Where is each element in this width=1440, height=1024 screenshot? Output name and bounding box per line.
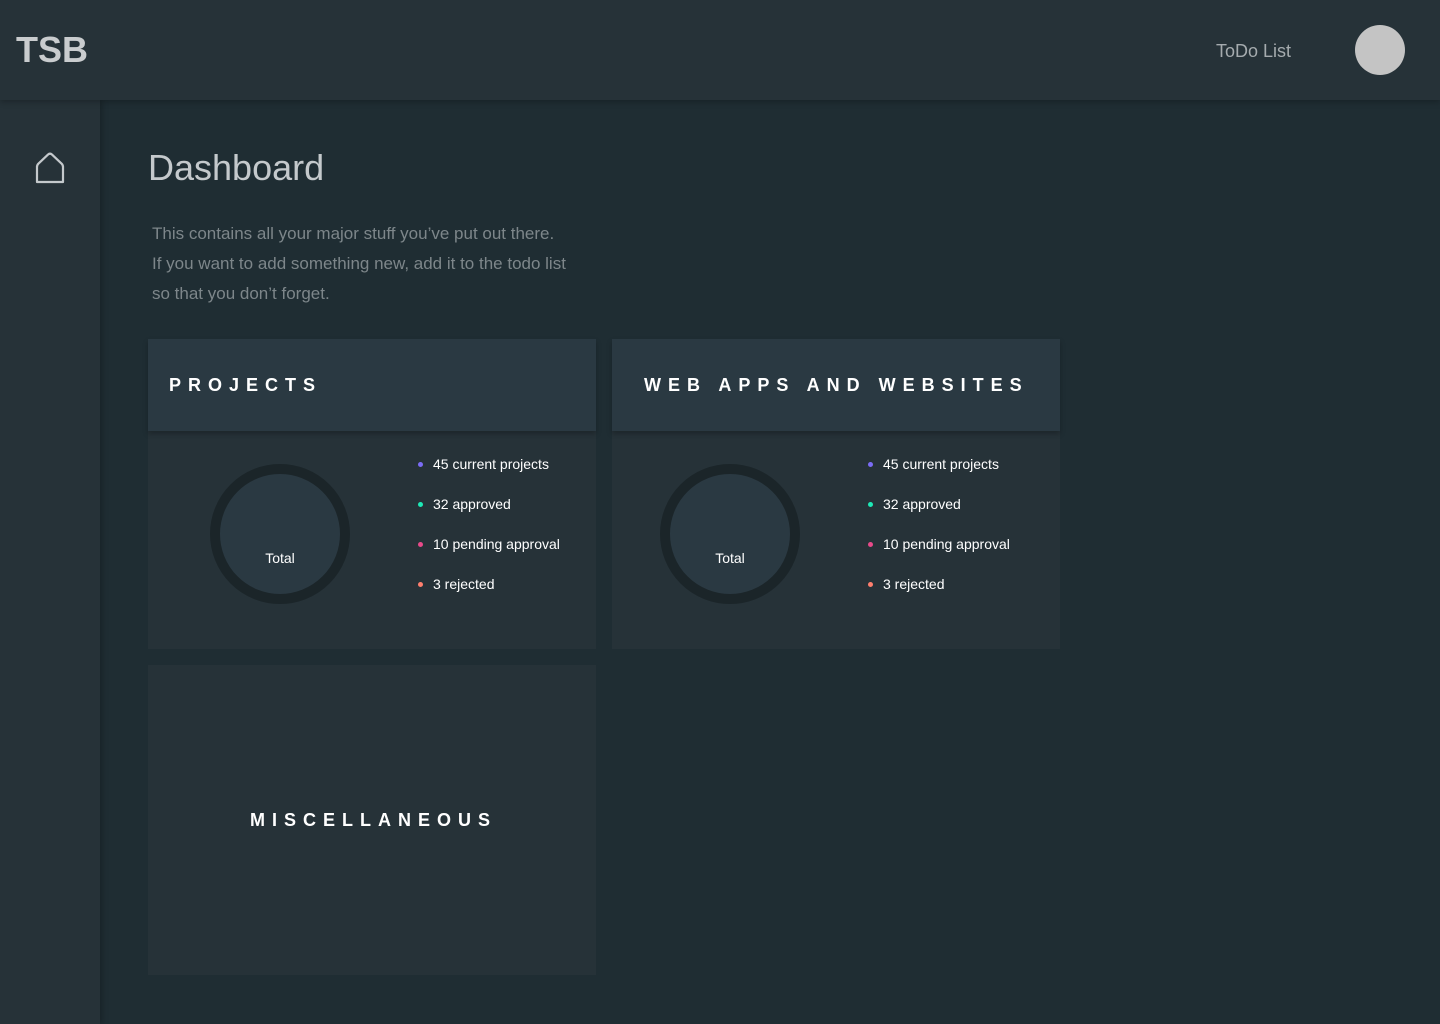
legend-dot	[868, 542, 873, 547]
legend-dot	[418, 502, 423, 507]
legend-dot	[868, 582, 873, 587]
web-apps-donut-chart	[660, 464, 800, 604]
legend-dot	[418, 582, 423, 587]
legend-item-current: 45 current projects	[433, 456, 549, 472]
app-logo[interactable]: TSB	[16, 29, 88, 71]
description-line: If you want to add something new, add it…	[152, 254, 566, 273]
avatar[interactable]	[1355, 25, 1405, 75]
legend-item-approved: 32 approved	[433, 496, 511, 512]
legend-dot	[868, 462, 873, 467]
legend-dot	[418, 462, 423, 467]
legend-item-pending: 10 pending approval	[433, 536, 560, 552]
projects-donut-label: Total	[265, 550, 295, 566]
legend-dot	[418, 542, 423, 547]
sidebar	[0, 100, 100, 1024]
web-apps-card-title: WEB APPS AND WEBSITES	[644, 375, 1029, 395]
legend-item-rejected: 3 rejected	[433, 576, 495, 592]
projects-card-title: PROJECTS	[169, 375, 323, 395]
page-description: This contains all your major stuff you’v…	[152, 219, 622, 309]
legend-item-rejected: 3 rejected	[883, 576, 945, 592]
description-line: so that you don’t forget.	[152, 284, 330, 303]
home-icon[interactable]	[33, 150, 67, 186]
legend-dot	[868, 502, 873, 507]
page-title: Dashboard	[148, 147, 325, 188]
projects-donut-chart	[210, 464, 350, 604]
top-bar: TSB ToDo List	[0, 0, 1440, 100]
miscellaneous-card-title: MISCELLANEOUS	[250, 810, 498, 830]
legend-item-current: 45 current projects	[883, 456, 999, 472]
legend-item-pending: 10 pending approval	[883, 536, 1010, 552]
description-line: This contains all your major stuff you’v…	[152, 224, 555, 243]
legend-item-approved: 32 approved	[883, 496, 961, 512]
web-apps-donut-label: Total	[715, 550, 745, 566]
todo-list-link[interactable]: ToDo List	[1216, 40, 1291, 62]
